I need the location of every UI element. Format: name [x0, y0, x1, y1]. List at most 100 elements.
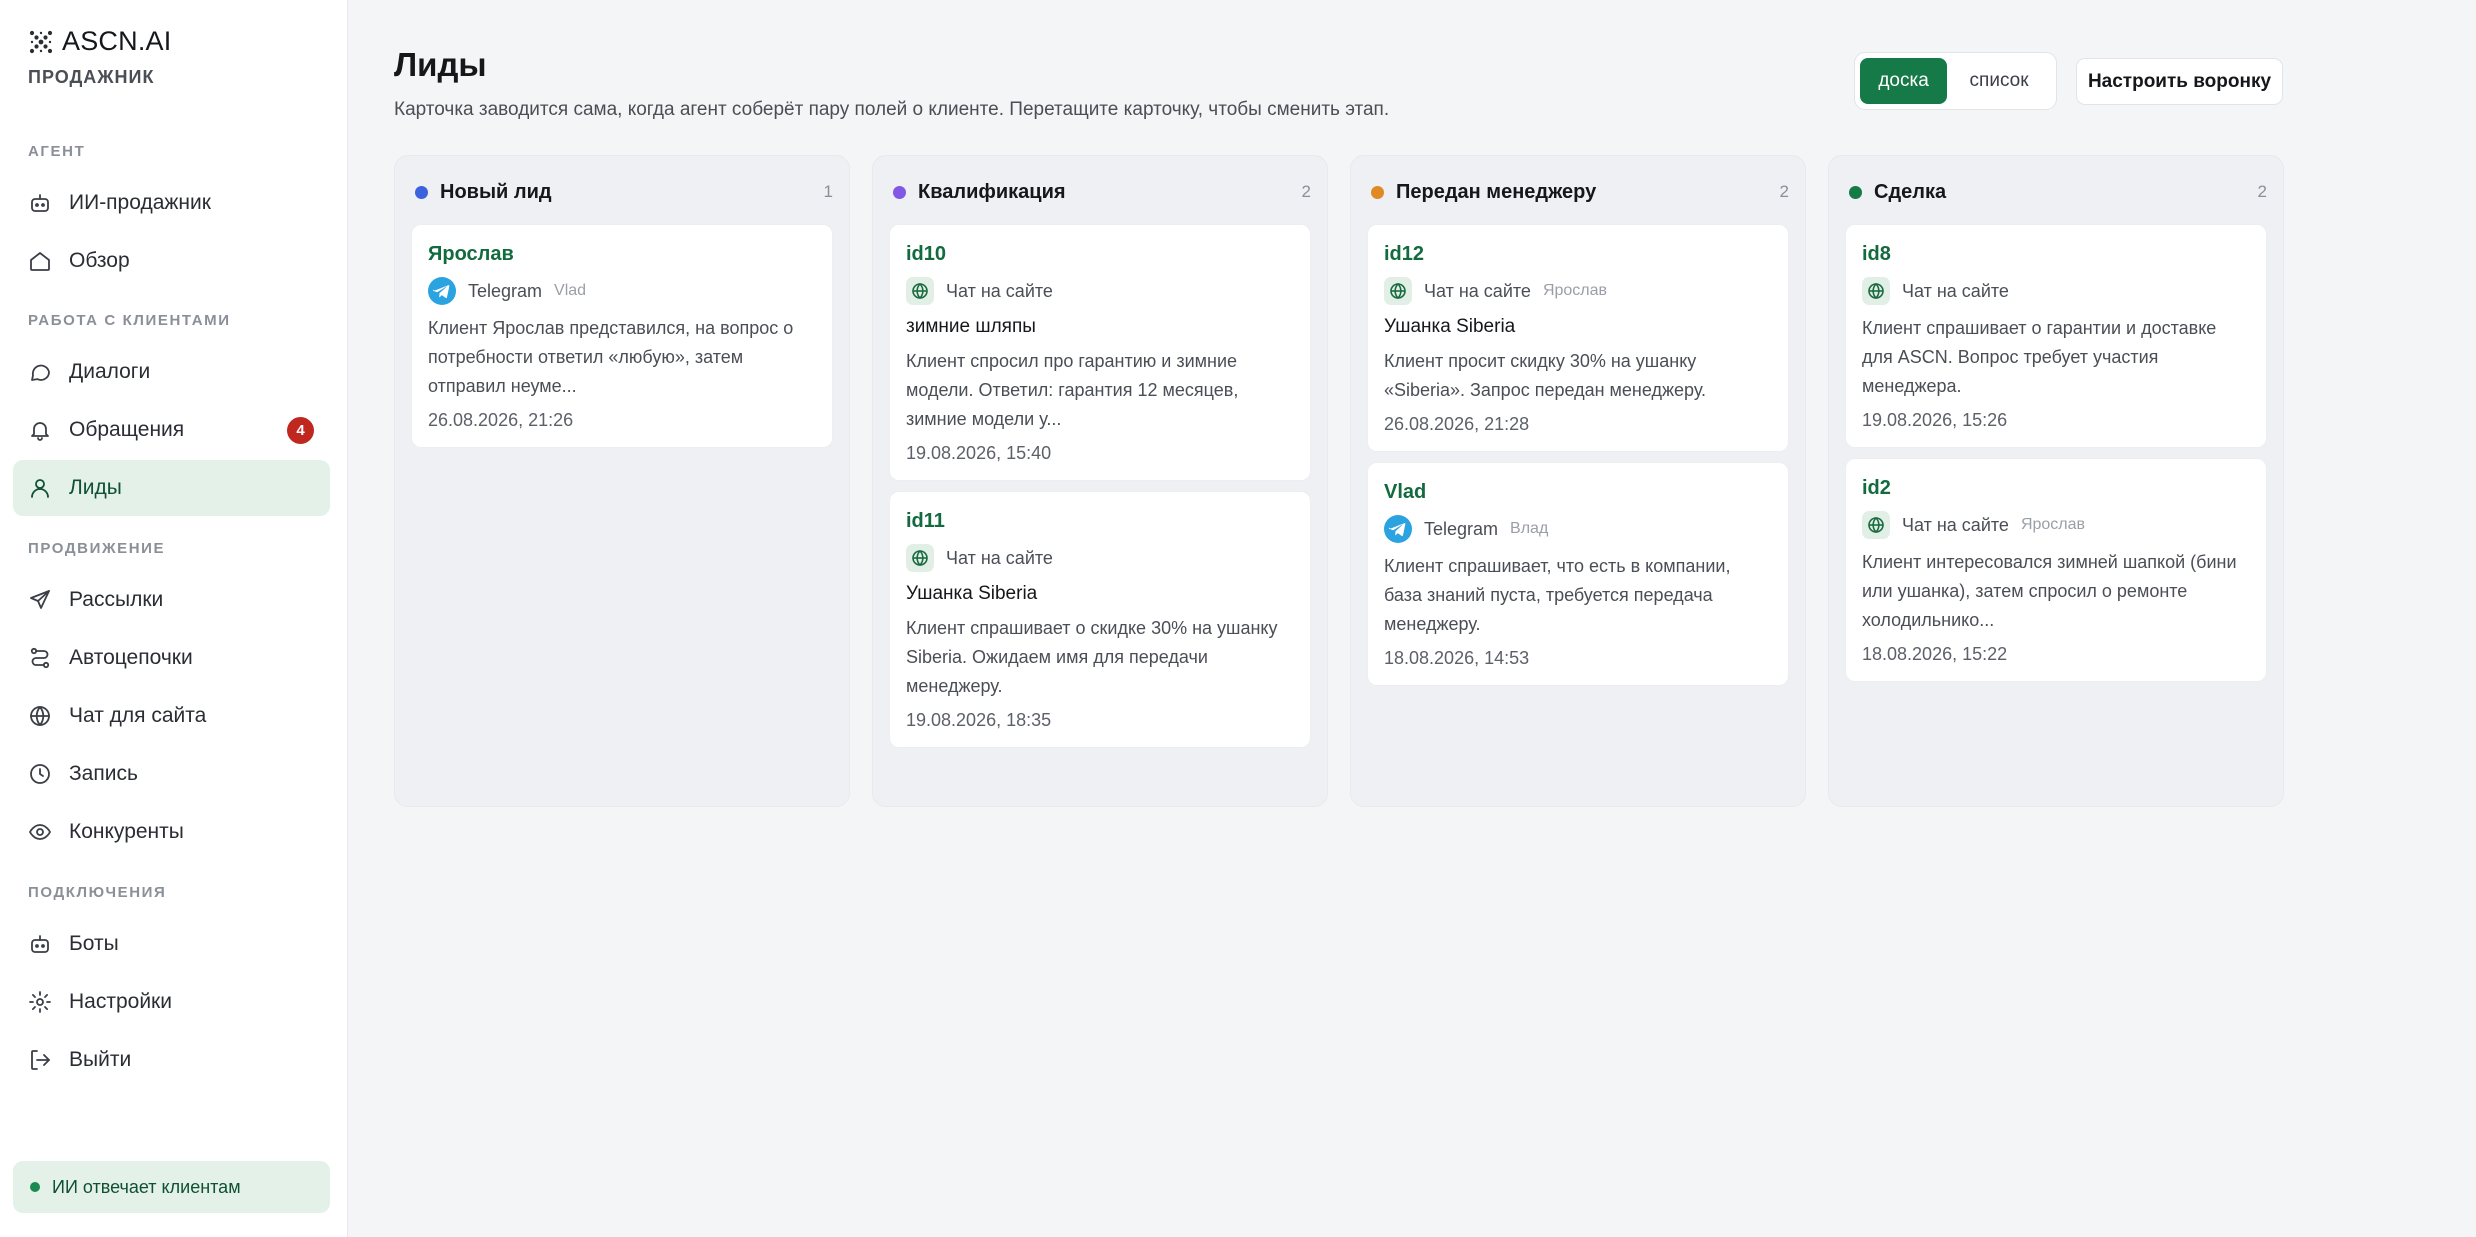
sidebar-item-settings[interactable]: Настройки — [13, 974, 330, 1030]
column-count: 1 — [823, 182, 833, 201]
stage-color-dot — [893, 185, 906, 199]
lead-date: 19.08.2026, 18:35 — [906, 710, 1052, 730]
lead-summary: Клиент спросил про гарантию и зимние мод… — [906, 351, 1239, 429]
sidebar-item-ai-seller[interactable]: ИИ-продажник — [13, 175, 330, 231]
brand-subtitle: ПРОДАЖНИК — [28, 67, 155, 87]
sidebar-item-logout[interactable]: Выйти — [13, 1032, 330, 1088]
lead-name[interactable]: id2 — [1862, 477, 2250, 500]
lead-channel: Чат на сайте Ярослав — [1862, 511, 2250, 539]
column-handed-to-manager: Передан менеджеру 2 id12 Чат на сайте Яр… — [1350, 155, 1806, 807]
lead-channel: Чат на сайте — [906, 277, 1294, 305]
sidebar-item-label: Рассылки — [69, 588, 164, 611]
lead-name[interactable]: Vlad — [1384, 481, 1772, 504]
lead-card[interactable]: id12 Чат на сайте Ярослав Ушанка Siberia… — [1367, 224, 1789, 452]
page-title: Лиды — [394, 46, 487, 83]
column-title: Квалификация — [918, 180, 1066, 203]
brand-name: ASCN.AI — [62, 26, 172, 56]
lead-name[interactable]: id8 — [1862, 243, 2250, 266]
main-content: Лиды Карточка заводится сама, когда аген… — [348, 0, 2476, 1237]
sidebar-item-site-chat[interactable]: Чат для сайта — [13, 688, 330, 744]
telegram-icon — [428, 277, 456, 305]
lead-channel: Чат на сайте — [906, 544, 1294, 572]
chat-bubble-icon — [28, 360, 52, 384]
configure-funnel-button[interactable]: Настроить воронку — [2076, 58, 2283, 105]
ai-status-label: ИИ отвечает клиентам — [52, 1176, 241, 1197]
channel-label: Чат на сайте — [1902, 280, 2009, 301]
lead-date: 18.08.2026, 15:22 — [1862, 644, 2008, 664]
sidebar-item-requests[interactable]: Обращения 4 — [13, 402, 330, 458]
sidebar-item-label: Чат для сайта — [69, 704, 207, 727]
column-new-lead: Новый лид 1 Ярослав Telegram Vlad Клиент… — [394, 155, 850, 807]
channel-label: Telegram — [468, 280, 543, 301]
sidebar-item-dialogs[interactable]: Диалоги — [13, 344, 330, 400]
sidebar: ASCN.AI ПРОДАЖНИК АГЕНТ ИИ-продажник Обз… — [0, 0, 348, 1237]
sidebar-item-label: Конкуренты — [69, 820, 184, 843]
sidebar-item-booking[interactable]: Запись — [13, 746, 330, 802]
sidebar-item-label: ИИ-продажник — [69, 191, 211, 214]
stage-color-dot — [1371, 185, 1384, 199]
lead-name[interactable]: Ярослав — [428, 243, 816, 266]
lead-summary: Клиент спрашивает о гарантии и доставке … — [1862, 318, 2217, 396]
stage-color-dot — [1849, 185, 1862, 199]
lead-card[interactable]: Ярослав Telegram Vlad Клиент Ярослав пре… — [411, 224, 833, 448]
user-icon — [28, 476, 52, 500]
sidebar-item-overview[interactable]: Обзор — [13, 233, 330, 289]
sidebar-item-bots[interactable]: Боты — [13, 916, 330, 972]
sidebar-item-leads[interactable]: Лиды — [13, 460, 330, 516]
lead-channel: Telegram Влад — [1384, 515, 1772, 543]
lead-channel: Чат на сайте Ярослав — [1384, 277, 1772, 305]
sidebar-item-autochains[interactable]: Автоцепочки — [13, 630, 330, 686]
sidebar-item-label: Обзор — [69, 249, 130, 272]
lead-summary: Клиент просит скидку 30% на ушанку «Sibe… — [1384, 351, 1707, 400]
channel-label: Чат на сайте — [946, 547, 1053, 568]
agent-label: Vlad — [554, 282, 587, 299]
column-count: 2 — [2257, 182, 2267, 201]
view-board-button[interactable]: доска — [1860, 58, 1948, 104]
column-header: Новый лид 1 — [411, 170, 833, 214]
column-title: Сделка — [1874, 180, 1947, 203]
column-count: 2 — [1301, 182, 1311, 201]
sidebar-item-label: Настройки — [69, 990, 172, 1013]
sidebar-item-label: Запись — [69, 762, 138, 785]
bot-icon — [28, 932, 52, 956]
lead-channel: Чат на сайте — [1862, 277, 2250, 305]
sidebar-item-label: Выйти — [69, 1048, 132, 1071]
channel-label: Чат на сайте — [1902, 514, 2009, 535]
column-count: 2 — [1779, 182, 1789, 201]
lead-card[interactable]: id2 Чат на сайте Ярослав Клиент интересо… — [1845, 458, 2267, 682]
lead-card[interactable]: Vlad Telegram Влад Клиент спрашивает, чт… — [1367, 462, 1789, 686]
sidebar-item-mailings[interactable]: Рассылки — [13, 572, 330, 628]
lead-date: 18.08.2026, 14:53 — [1384, 648, 1530, 668]
lead-name[interactable]: id12 — [1384, 243, 1772, 266]
bot-icon — [28, 191, 52, 215]
bell-icon — [28, 418, 52, 442]
ascn-logo-icon — [28, 29, 54, 55]
column-title: Передан менеджеру — [1396, 180, 1597, 203]
sidebar-item-competitors[interactable]: Конкуренты — [13, 804, 330, 860]
ai-status-indicator: ИИ отвечает клиентам — [13, 1161, 330, 1213]
lead-subject: Ушанка Siberia — [906, 583, 1038, 604]
column-deal: Сделка 2 id8 Чат на сайте Клиент спрашив… — [1828, 155, 2284, 807]
page-description: Карточка заводится сама, когда агент соб… — [394, 99, 1390, 120]
eye-icon — [28, 820, 52, 844]
lead-channel: Telegram Vlad — [428, 277, 816, 305]
lead-name[interactable]: id11 — [906, 510, 1294, 533]
view-list-button[interactable]: список — [1947, 58, 2051, 104]
globe-icon — [28, 704, 52, 728]
home-icon — [28, 249, 52, 273]
lead-summary: Клиент спрашивает, что есть в компании, … — [1384, 556, 1731, 634]
section-clients: РАБОТА С КЛИЕНТАМИ — [28, 312, 231, 329]
lead-name[interactable]: id10 — [906, 243, 1294, 266]
lead-card[interactable]: id11 Чат на сайте Ушанка Siberia Клиент … — [889, 491, 1311, 748]
channel-label: Telegram — [1424, 518, 1499, 539]
lead-card[interactable]: id10 Чат на сайте зимние шляпы Клиент сп… — [889, 224, 1311, 481]
requests-count-badge: 4 — [287, 417, 314, 444]
column-header: Квалификация 2 — [889, 170, 1311, 214]
column-title: Новый лид — [440, 180, 552, 203]
globe-icon — [906, 277, 934, 305]
view-toggle: доска список — [1854, 52, 2057, 110]
lead-date: 26.08.2026, 21:26 — [428, 410, 574, 430]
lead-card[interactable]: id8 Чат на сайте Клиент спрашивает о гар… — [1845, 224, 2267, 448]
globe-icon — [1862, 277, 1890, 305]
status-dot — [30, 1182, 40, 1192]
